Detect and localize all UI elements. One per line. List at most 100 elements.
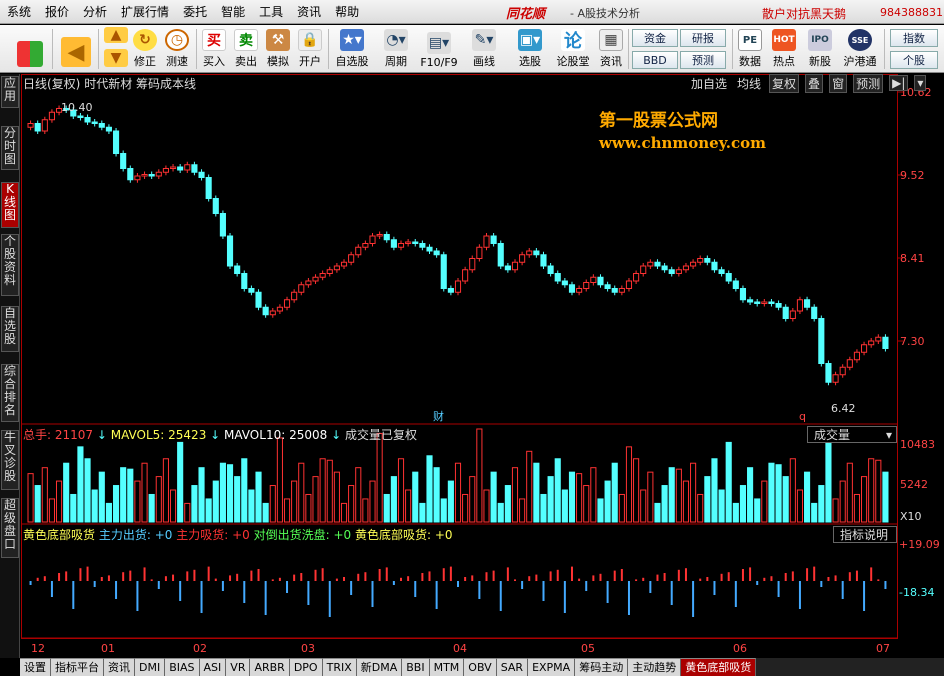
menu-news[interactable]: 资讯 <box>290 0 328 24</box>
candle-body <box>355 246 362 256</box>
slogan-link[interactable]: 散户对抗黑天鹅 <box>762 5 846 22</box>
hk-connect-button[interactable]: SSE 沪港通 <box>840 27 880 71</box>
indicator-tab-12[interactable]: MTM <box>429 658 465 676</box>
indicator-tab-16[interactable]: 筹码主动 <box>575 658 629 676</box>
ma-button[interactable]: 均线 <box>735 75 763 92</box>
ind-name: 黄色底部吸货 <box>23 528 96 542</box>
open-account-button[interactable]: 🔒 开户 <box>296 27 324 71</box>
sidebar-tab-superboard[interactable]: 超级盘口 <box>1 498 19 558</box>
speed-button[interactable]: ◷ 测速 <box>162 27 192 71</box>
selfselect-button[interactable]: ★▾ 自选股 <box>332 27 372 71</box>
new-stock-button[interactable]: IPO 新股 <box>806 27 834 71</box>
pick-stock-button[interactable]: ▣▾ 选股 <box>510 27 550 71</box>
candle-body <box>789 310 796 319</box>
menu-smart[interactable]: 智能 <box>214 0 252 24</box>
back-button[interactable]: ◀ <box>58 27 94 71</box>
candle-body <box>219 213 226 237</box>
volume-bar <box>120 467 127 523</box>
sidebar-tab-profile[interactable]: 个股资料 <box>1 234 19 296</box>
indicator-tab-9[interactable]: TRIX <box>322 658 357 676</box>
sidebar-tab-diagnose[interactable]: 牛叉诊股 <box>1 430 19 490</box>
hot-button[interactable]: HOT 热点 <box>770 27 798 71</box>
sidebar-tab-kline[interactable]: K线图 <box>1 182 19 228</box>
sell-button[interactable]: 卖 卖出 <box>232 27 260 71</box>
period-button[interactable]: ◔▾ 周期 <box>376 27 416 71</box>
indicator-tab-18[interactable]: 黄色底部吸货 <box>681 658 757 676</box>
sidebar-tab-ranking[interactable]: 综合排名 <box>1 364 19 422</box>
add-selfselect-button[interactable]: 加自选 <box>689 75 729 92</box>
indicator-tab-1[interactable]: 指标平台 <box>51 658 104 676</box>
sidebar-tab-timeshare[interactable]: 分时图 <box>1 126 19 170</box>
clock-icon: ◷ <box>165 29 189 51</box>
data-button[interactable]: PE 数据 <box>736 27 764 71</box>
indicator-tab-0[interactable]: 设置 <box>20 658 51 676</box>
indicator-tab-4[interactable]: BIAS <box>165 658 200 676</box>
down-button[interactable]: ▼ <box>104 49 128 71</box>
volume-bar <box>462 493 469 523</box>
volume-bar <box>276 437 283 523</box>
simulate-button[interactable]: ⚒ 模拟 <box>264 27 292 71</box>
refresh-icon: ↻ <box>133 29 157 51</box>
time-axis-label: 06 <box>733 642 747 655</box>
index-button[interactable]: 指数 <box>890 29 938 47</box>
forum-button[interactable]: 论 论股堂 <box>554 27 592 71</box>
dropdown-icon[interactable]: ▾ <box>914 75 927 91</box>
price-header: 日线(复权) 时代新材 筹码成本线 <box>23 75 196 92</box>
windows-button[interactable] <box>12 27 48 71</box>
indicator-tab-10[interactable]: 新DMA <box>356 658 403 676</box>
sidebar-tab-app[interactable]: 应用 <box>1 76 19 108</box>
indicator-tab-15[interactable]: EXPMA <box>528 658 576 676</box>
forecast-tool-button[interactable]: 预测 <box>853 73 884 93</box>
fund-button[interactable]: 资金 <box>632 29 678 47</box>
indicator-tab-8[interactable]: DPO <box>289 658 323 676</box>
menu-extended[interactable]: 扩展行情 <box>114 0 176 24</box>
chart-area[interactable]: 10.62 9.52 8.41 7.30 10483 5242 X10 +19.09 -18.3… <box>21 73 944 658</box>
indicator-tab-17[interactable]: 主动趋势 <box>628 658 682 676</box>
candle-body <box>483 235 490 248</box>
window-button[interactable]: 窗 <box>829 73 848 93</box>
indicator-tab-3[interactable]: DMI <box>135 658 166 676</box>
forecast-button[interactable]: 预测 <box>680 51 726 69</box>
vol-total: 总手: 21107 <box>23 428 94 442</box>
info-button[interactable]: ▦ 资讯 <box>596 27 626 71</box>
volume-bar <box>212 480 219 523</box>
menu-system[interactable]: 系统 <box>0 0 38 24</box>
f10-button[interactable]: ▤▾ F10/F9 <box>418 27 460 71</box>
buy-button[interactable]: 买 买入 <box>200 27 228 71</box>
bbd-button[interactable]: BBD <box>632 51 678 69</box>
sidebar-tab-selfselect[interactable]: 自选股 <box>1 306 19 352</box>
up-button[interactable]: ▲ <box>104 27 128 47</box>
indicator-tab-6[interactable]: VR <box>226 658 251 676</box>
candle-body <box>276 306 283 312</box>
candle-body <box>376 234 383 237</box>
research-button[interactable]: 研报 <box>680 29 726 47</box>
volume-bar <box>825 437 832 523</box>
modify-button[interactable]: ↻ 修正 <box>130 27 160 71</box>
volume-bar <box>405 489 412 523</box>
candle-body <box>333 265 340 271</box>
volume-bar <box>48 498 55 523</box>
overlay-button[interactable]: 叠 <box>805 73 824 93</box>
volume-bar <box>576 473 583 523</box>
draw-button[interactable]: ✎▾ 画线 <box>464 27 504 71</box>
indicator-tab-11[interactable]: BBI <box>402 658 430 676</box>
indicator-tab-2[interactable]: 资讯 <box>104 658 135 676</box>
menu-analysis[interactable]: 分析 <box>76 0 114 24</box>
indicator-tab-5[interactable]: ASI <box>199 658 227 676</box>
menu-help[interactable]: 帮助 <box>328 0 366 24</box>
menu-bar: 系统 报价 分析 扩展行情 委托 智能 工具 资讯 帮助 同花顺 - A股技术分… <box>0 0 944 24</box>
adjust-button[interactable]: 复权 <box>769 73 800 93</box>
menu-quote[interactable]: 报价 <box>38 0 76 24</box>
next-icon[interactable]: ▶| <box>889 75 909 91</box>
single-stock-button[interactable]: 个股 <box>890 51 938 69</box>
indicator-tab-13[interactable]: OBV <box>464 658 497 676</box>
volume-selector[interactable]: 成交量 ▾ <box>807 426 897 443</box>
menu-order[interactable]: 委托 <box>176 0 214 24</box>
indicator-help-button[interactable]: 指标说明 <box>833 526 897 543</box>
candle-body <box>497 243 504 267</box>
indicator-tab-7[interactable]: ARBR <box>250 658 290 676</box>
kline-svg[interactable]: 10.629.528.417.30104835242X10+19.09-18.3… <box>21 74 944 658</box>
menu-tools[interactable]: 工具 <box>252 0 290 24</box>
volume-bar <box>305 493 312 523</box>
indicator-tab-14[interactable]: SAR <box>496 658 529 676</box>
